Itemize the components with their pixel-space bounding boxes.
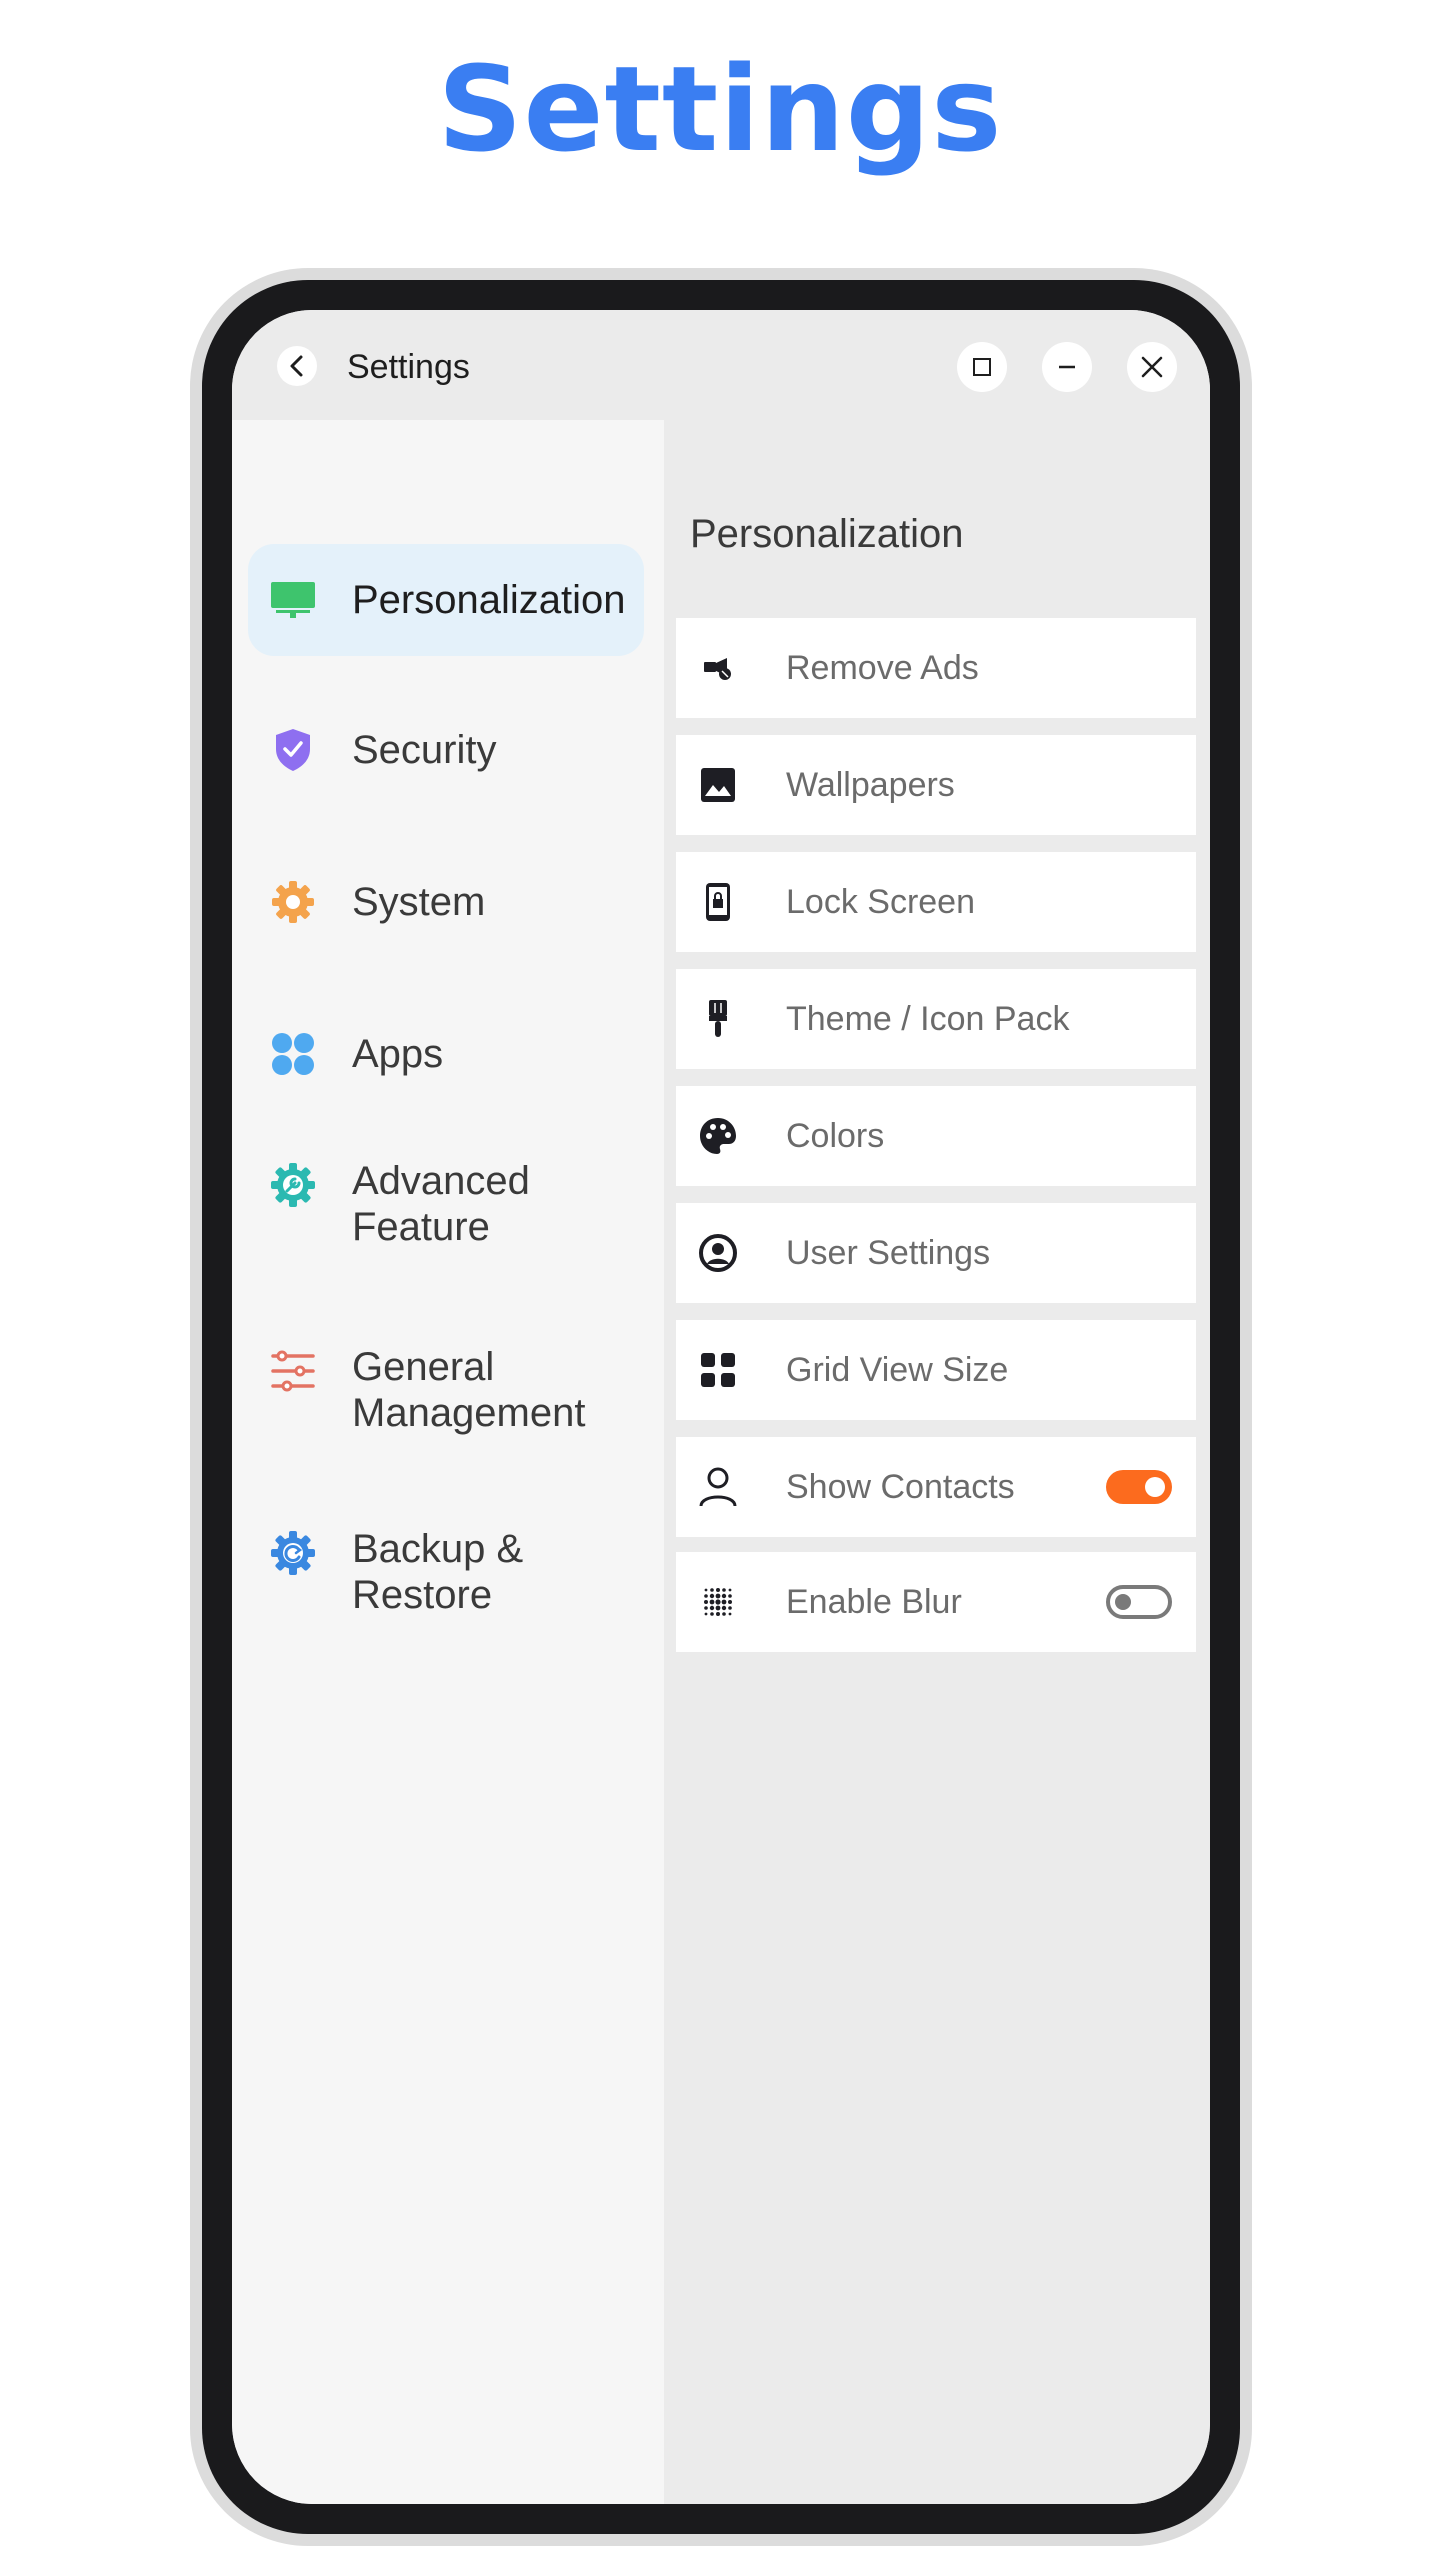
monitor-icon bbox=[270, 577, 316, 623]
paintbrush-icon bbox=[694, 995, 742, 1043]
page-title: Settings bbox=[437, 40, 1003, 178]
blur-icon bbox=[694, 1578, 742, 1626]
apps-grid-icon bbox=[270, 1031, 316, 1077]
setting-row-user-settings[interactable]: User Settings bbox=[676, 1203, 1196, 1303]
phone-screen: Settings Personalization Security System… bbox=[232, 310, 1210, 2504]
window-title: Settings bbox=[347, 348, 470, 386]
content-panel: Personalization Remove Ads Wallpapers Lo… bbox=[664, 420, 1210, 2504]
gear-icon bbox=[270, 879, 316, 925]
close-icon bbox=[1141, 356, 1163, 378]
user-circle-icon bbox=[694, 1229, 742, 1277]
sidebar-item-security[interactable]: Security bbox=[248, 694, 644, 806]
setting-row-grid-view-size[interactable]: Grid View Size bbox=[676, 1320, 1196, 1420]
chevron-left-icon bbox=[290, 355, 303, 377]
section-title: Personalization bbox=[690, 512, 964, 556]
setting-row-remove-ads[interactable]: Remove Ads bbox=[676, 618, 1196, 718]
setting-row-lock-screen[interactable]: Lock Screen bbox=[676, 852, 1196, 952]
sidebar-item-advanced-feature[interactable]: Advanced Feature bbox=[248, 1138, 644, 1278]
setting-row-show-contacts[interactable]: Show Contacts bbox=[676, 1437, 1196, 1537]
close-button[interactable] bbox=[1127, 342, 1177, 392]
lock-phone-icon bbox=[694, 878, 742, 926]
maximize-icon bbox=[973, 358, 991, 376]
sliders-icon bbox=[270, 1348, 316, 1394]
minimize-button[interactable] bbox=[1042, 342, 1092, 392]
setting-row-colors[interactable]: Colors bbox=[676, 1086, 1196, 1186]
show-contacts-toggle[interactable] bbox=[1106, 1470, 1172, 1504]
enable-blur-toggle[interactable] bbox=[1106, 1585, 1172, 1619]
shield-icon bbox=[270, 727, 316, 773]
sidebar-item-apps[interactable]: Apps bbox=[248, 998, 644, 1110]
backup-gear-icon bbox=[270, 1530, 316, 1576]
minimize-icon bbox=[1059, 365, 1075, 369]
palette-icon bbox=[694, 1112, 742, 1160]
sidebar-item-general-management[interactable]: General Management bbox=[248, 1324, 644, 1464]
person-icon bbox=[694, 1463, 742, 1511]
window-titlebar: Settings bbox=[232, 310, 1210, 420]
setting-row-enable-blur[interactable]: Enable Blur bbox=[676, 1552, 1196, 1652]
sidebar-item-system[interactable]: System bbox=[248, 846, 644, 958]
sidebar: Personalization Security System Apps Adv… bbox=[232, 420, 664, 2504]
setting-row-theme-icon-pack[interactable]: Theme / Icon Pack bbox=[676, 969, 1196, 1069]
setting-row-wallpapers[interactable]: Wallpapers bbox=[676, 735, 1196, 835]
sidebar-item-backup-restore[interactable]: Backup & Restore bbox=[248, 1506, 644, 1646]
wrench-gear-icon bbox=[270, 1162, 316, 1208]
image-icon bbox=[694, 761, 742, 809]
back-button[interactable] bbox=[277, 346, 317, 386]
maximize-button[interactable] bbox=[957, 342, 1007, 392]
grid-icon bbox=[694, 1346, 742, 1394]
ads-icon bbox=[694, 644, 742, 692]
sidebar-item-personalization[interactable]: Personalization bbox=[248, 544, 644, 656]
